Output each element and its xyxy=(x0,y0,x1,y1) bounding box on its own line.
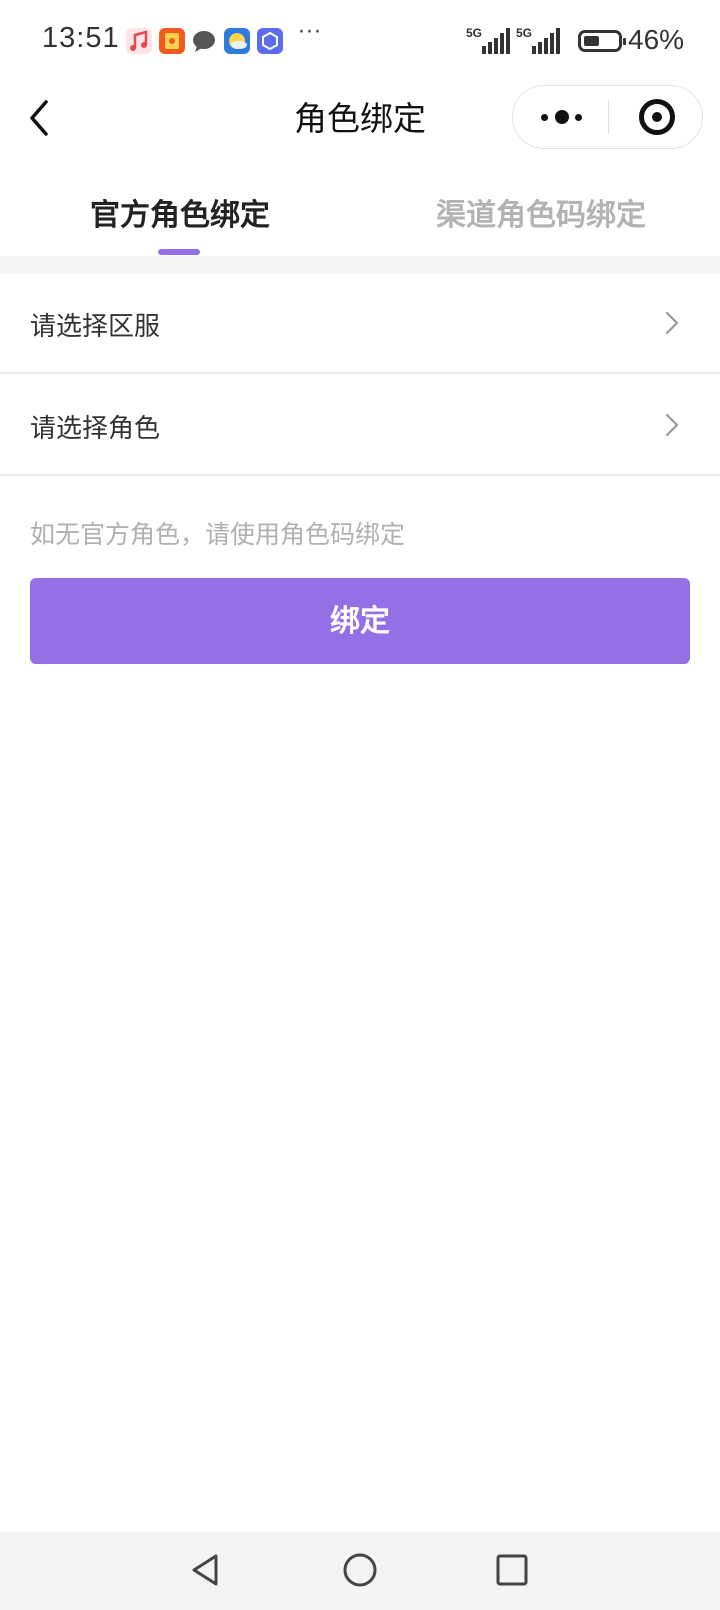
music-app-icon xyxy=(126,28,152,54)
more-notifications-icon: ··· xyxy=(298,20,322,45)
close-mini-program-button[interactable] xyxy=(639,99,675,135)
section-divider xyxy=(0,256,720,274)
tab-channel-role-code-binding[interactable]: 渠道角色码绑定 xyxy=(436,190,646,234)
weather-app-icon xyxy=(224,28,250,54)
active-tab-indicator xyxy=(158,249,200,255)
select-server-label: 请选择区服 xyxy=(30,312,161,342)
select-server-row[interactable]: 请选择区服 xyxy=(0,274,720,374)
chevron-right-icon xyxy=(665,413,679,437)
status-bar: 13:51 ··· 5G 5G 46% xyxy=(0,0,720,84)
home-circle-icon[interactable] xyxy=(342,1552,378,1588)
signal-strength-icon: 5G xyxy=(516,26,560,56)
capsule-divider xyxy=(608,100,609,134)
mini-program-capsule xyxy=(512,85,703,149)
chevron-right-icon xyxy=(665,311,679,335)
battery-percent: 46% xyxy=(628,24,685,55)
signal-strength-icon: 5G xyxy=(466,26,510,56)
blue-app-icon xyxy=(257,28,283,54)
select-role-label: 请选择角色 xyxy=(30,414,161,444)
tab-official-role-binding[interactable]: 官方角色绑定 xyxy=(90,190,270,234)
network-type-label: 5G xyxy=(466,26,483,40)
system-navigation-bar xyxy=(0,1532,720,1610)
network-type-label: 5G xyxy=(516,26,533,40)
recents-square-icon[interactable] xyxy=(494,1552,530,1588)
back-triangle-icon[interactable] xyxy=(188,1552,224,1588)
chat-bubble-icon xyxy=(191,28,217,54)
status-time: 13:51 xyxy=(42,22,120,54)
more-menu-button[interactable] xyxy=(541,106,585,128)
bind-button[interactable]: 绑定 xyxy=(30,578,690,664)
select-role-row[interactable]: 请选择角色 xyxy=(0,376,720,476)
role-code-hint: 如无官方角色，请使用角色码绑定 xyxy=(30,520,406,549)
red-envelope-app-icon xyxy=(159,28,185,54)
battery-icon xyxy=(578,30,626,52)
